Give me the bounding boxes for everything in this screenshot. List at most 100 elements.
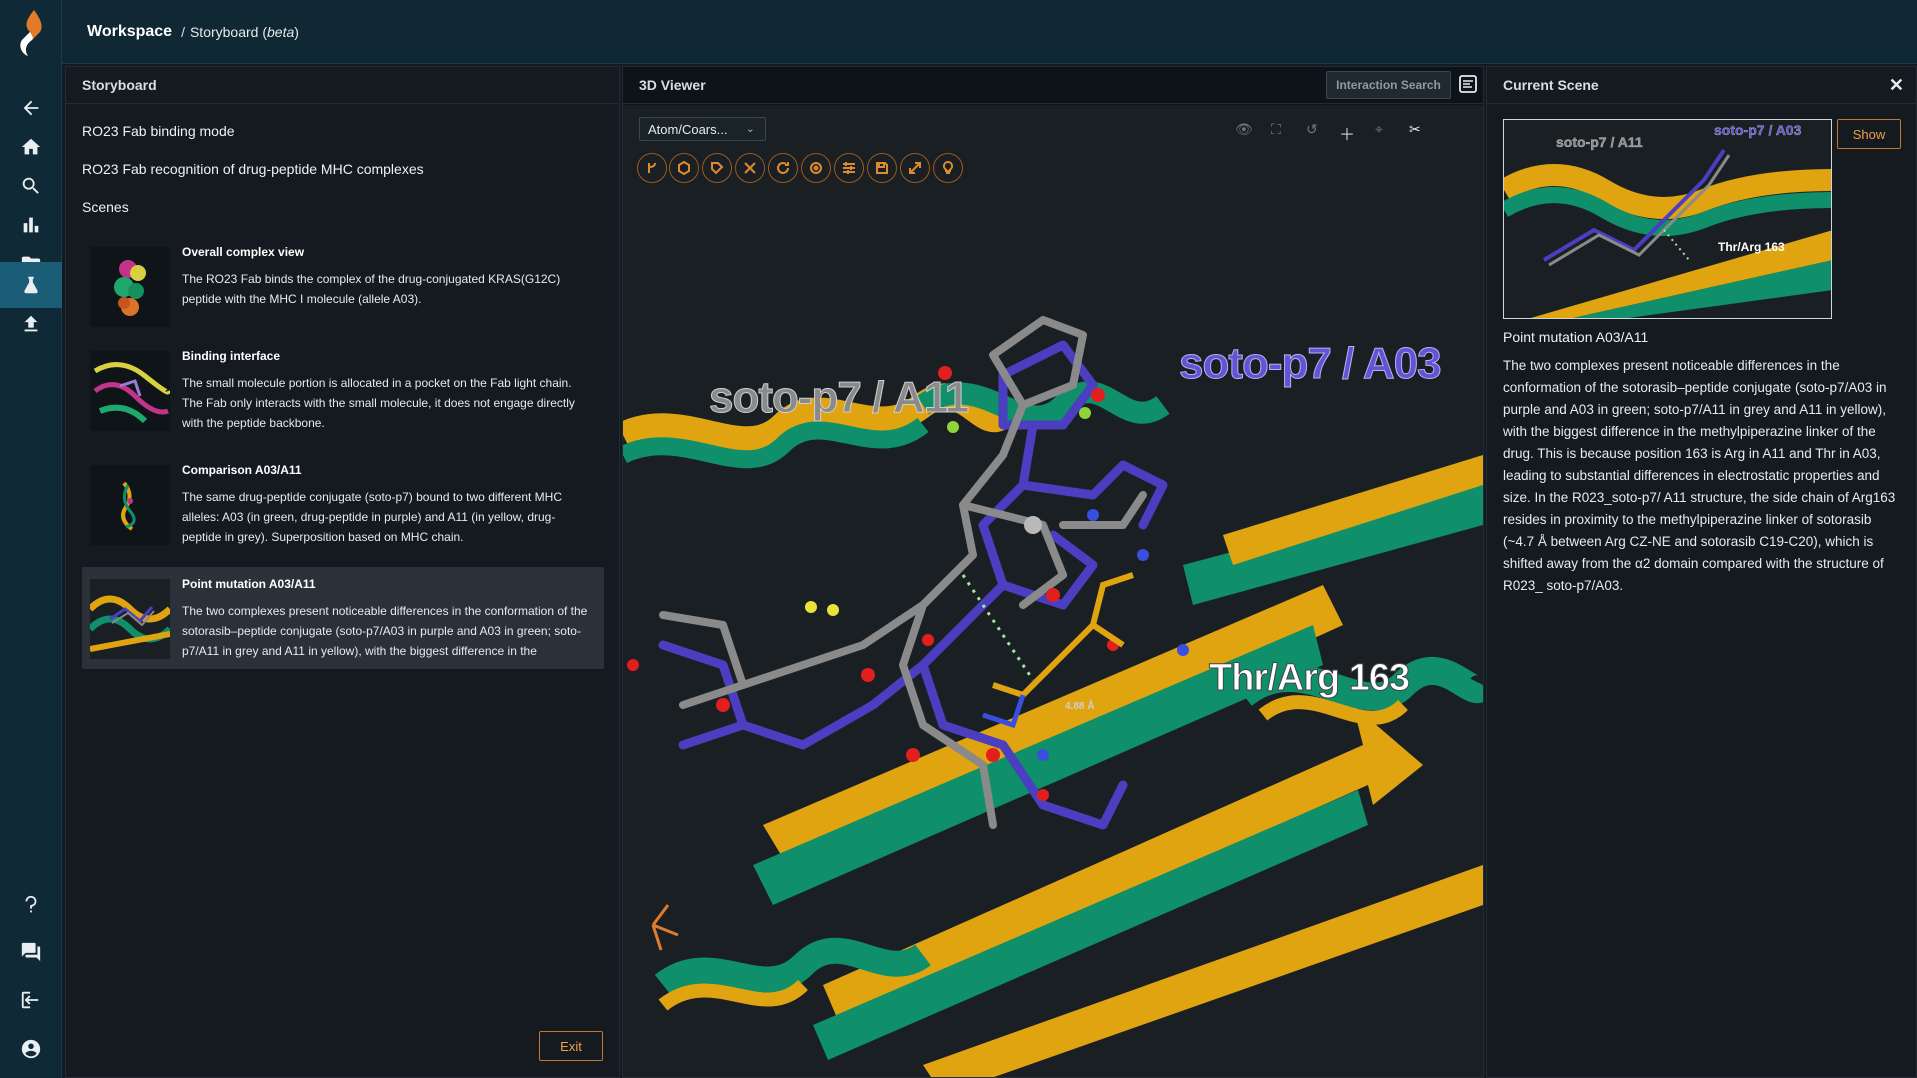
preview-render	[1504, 120, 1831, 318]
refresh-icon	[777, 162, 789, 174]
reset-view-icon[interactable]: ↺	[1306, 121, 1318, 138]
tag-icon	[711, 162, 724, 175]
breadcrumb-workspace[interactable]: Workspace	[87, 23, 172, 41]
target-icon	[810, 162, 822, 174]
label-thr-arg-163: Thr/Arg 163	[1208, 657, 1410, 700]
branch-tool-button[interactable]	[637, 153, 667, 183]
save-icon	[876, 162, 888, 174]
sliders-button[interactable]	[834, 153, 864, 183]
add-icon[interactable]: ＋	[1339, 121, 1355, 145]
label-soto-p7-a03: soto-p7 / A03	[1179, 339, 1443, 389]
preview-label-residue: Thr/Arg 163	[1718, 240, 1785, 254]
sequence-panel-icon[interactable]	[1458, 74, 1478, 94]
current-scene-panel: Current Scene ✕ soto-p7 / A11 soto-p7 / …	[1486, 66, 1917, 1078]
beta-tag: beta	[267, 23, 295, 40]
sliders-icon	[843, 162, 855, 174]
logout-button[interactable]	[11, 980, 51, 1020]
breadcrumb-current: Storyboard (beta)	[189, 23, 299, 40]
distance-label: 4.88 Å	[1065, 701, 1095, 712]
scene-preview-image: soto-p7 / A11 soto-p7 / A03 Thr/Arg 163	[1503, 119, 1832, 319]
scene-description: The RO23 Fab binds the complex of the dr…	[182, 272, 561, 306]
interaction-search-button[interactable]: Interaction Search	[1326, 71, 1451, 99]
target-button[interactable]	[801, 153, 831, 183]
upload-button[interactable]	[11, 304, 51, 344]
scene-thumbnail	[90, 579, 170, 659]
search-button[interactable]	[11, 166, 51, 206]
molecule-canvas[interactable]: Atom/Coars... ⌄ 👁 ⛶ ↺ ＋ ⌖ ✂ soto-p7 / A1…	[623, 105, 1483, 1077]
label-soto-p7-a11: soto-p7 / A11	[708, 373, 969, 423]
viewer-panel: 3D Viewer Interaction Search Atom/Coars.…	[622, 66, 1484, 1078]
cube-icon	[678, 161, 690, 175]
user-icon	[21, 1039, 41, 1059]
help-icon	[25, 895, 37, 913]
app-root: Workspace / Storyboard (beta) Storyboard…	[0, 0, 1917, 1078]
tools-icon	[744, 162, 756, 174]
logout-icon	[21, 991, 39, 1009]
cube-tool-button[interactable]	[669, 153, 699, 183]
preview-label-a11: soto-p7 / A11	[1556, 134, 1643, 150]
analytics-button[interactable]	[11, 205, 51, 245]
search-icon	[22, 177, 39, 194]
tools-button[interactable]	[735, 153, 765, 183]
current-scene-description: The two complexes present noticeable dif…	[1503, 358, 1896, 593]
breadcrumb: Workspace / Storyboard (beta)	[62, 0, 1917, 64]
exit-button[interactable]: Exit	[539, 1031, 603, 1061]
storyboard-header: Storyboard	[66, 67, 619, 104]
visibility-icon[interactable]: 👁	[1235, 121, 1253, 138]
back-arrow-icon	[23, 100, 39, 116]
upload-icon	[24, 315, 38, 332]
back-button[interactable]	[11, 88, 51, 128]
representation-value: Atom/Coars...	[648, 121, 728, 137]
fit-icon[interactable]: ⛶	[1271, 121, 1281, 138]
branch-icon	[648, 162, 656, 173]
help-button[interactable]	[11, 885, 51, 925]
scene-description: The same drug-peptide conjugate (soto-p7…	[182, 490, 562, 544]
scene-item-comparison[interactable]: Comparison A03/A11 The same drug-peptide…	[82, 453, 604, 555]
scene-description: The two complexes present noticeable dif…	[182, 604, 588, 658]
app-logo	[20, 10, 42, 56]
show-button[interactable]: Show	[1837, 119, 1901, 149]
close-icon[interactable]: ✕	[1889, 75, 1904, 96]
scene-thumbnail	[90, 351, 170, 431]
scenes-label: Scenes	[82, 199, 129, 215]
save-scene-button[interactable]	[867, 153, 897, 183]
expand-button[interactable]	[900, 153, 930, 183]
scene-title: Binding interface	[182, 349, 281, 363]
chat-icon	[21, 942, 41, 962]
left-nav-rail	[0, 0, 62, 1078]
home-button[interactable]	[11, 127, 51, 167]
home-icon	[21, 138, 41, 155]
current-scene-title: Point mutation A03/A11	[1503, 329, 1649, 345]
scene-item-point-mutation[interactable]: Point mutation A03/A11 The two complexes…	[82, 567, 604, 669]
flask-icon	[24, 276, 38, 294]
current-scene-header: Current Scene ✕	[1487, 67, 1916, 104]
storyboard-title: RO23 Fab binding mode	[82, 123, 235, 139]
protein-structure-render	[623, 105, 1483, 1077]
feedback-button[interactable]	[11, 932, 51, 972]
center-icon[interactable]: ⌖	[1375, 121, 1383, 138]
storyboard-nav-button[interactable]	[0, 262, 62, 308]
breadcrumb-current-label: Storyboard	[189, 23, 259, 40]
scene-title: Overall complex view	[182, 245, 305, 259]
bar-chart-icon	[23, 217, 39, 233]
storyboard-panel: Storyboard RO23 Fab binding mode RO23 Fa…	[65, 66, 620, 1078]
scene-thumbnail	[90, 247, 170, 327]
viewer-header-label: 3D Viewer	[639, 77, 706, 93]
representation-select[interactable]: Atom/Coars... ⌄	[639, 117, 766, 141]
scene-description: The small molecule portion is allocated …	[182, 376, 575, 430]
scene-item-binding-interface[interactable]: Binding interface The small molecule por…	[82, 339, 604, 441]
scene-title: Comparison A03/A11	[182, 463, 302, 477]
refresh-button[interactable]	[768, 153, 798, 183]
scene-item-overall[interactable]: Overall complex view The RO23 Fab binds …	[82, 235, 604, 335]
lightbulb-icon	[942, 161, 954, 174]
scene-thumbnail	[90, 465, 170, 545]
chevron-down-icon: ⌄	[745, 123, 755, 135]
expand-icon	[909, 162, 921, 174]
hint-button[interactable]	[933, 153, 963, 183]
scene-title: Point mutation A03/A11	[182, 577, 316, 591]
settings-tools-icon[interactable]: ✂	[1409, 121, 1421, 138]
viewer-header: 3D Viewer Interaction Search	[623, 67, 1483, 104]
tag-tool-button[interactable]	[702, 153, 732, 183]
storyboard-subtitle: RO23 Fab recognition of drug-peptide MHC…	[82, 161, 424, 177]
account-button[interactable]	[11, 1029, 51, 1069]
